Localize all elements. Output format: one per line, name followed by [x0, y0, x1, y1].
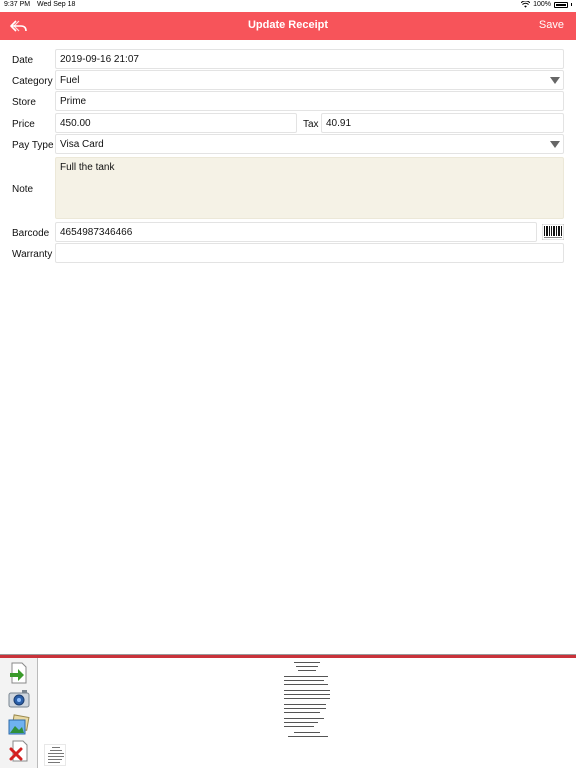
- receipt-line: [284, 712, 320, 713]
- receipt-line: [284, 708, 326, 709]
- camera-icon[interactable]: [8, 688, 30, 710]
- thumb-line: [48, 753, 64, 754]
- receipt-line: [298, 670, 316, 671]
- receipt-line: [284, 676, 328, 677]
- receipt-line: [294, 662, 320, 663]
- date-field[interactable]: 2019-09-16 21:07: [55, 49, 564, 69]
- receipt-line: [284, 722, 318, 723]
- date-label: Date: [12, 55, 34, 66]
- page-title: Update Receipt: [247, 19, 329, 31]
- status-bar: 9:37 PM Wed Sep 18 100%: [0, 0, 576, 12]
- barcode-field[interactable]: 4654987346466: [55, 222, 537, 242]
- tax-label: Tax: [303, 119, 319, 130]
- store-label: Store: [12, 97, 36, 108]
- paytype-select[interactable]: Visa Card: [55, 134, 564, 154]
- receipt-line: [296, 666, 318, 667]
- receipt-line: [284, 726, 314, 727]
- receipt-thumbnail[interactable]: [44, 744, 66, 766]
- status-right: 100%: [521, 1, 572, 8]
- save-button[interactable]: Save: [539, 19, 564, 31]
- receipt-line: [284, 690, 330, 691]
- receipt-image[interactable]: [280, 660, 336, 742]
- receipt-line: [294, 732, 320, 733]
- price-field[interactable]: 450.00: [55, 113, 297, 133]
- battery-icon: [554, 1, 568, 8]
- receipt-line: [288, 736, 328, 737]
- import-icon[interactable]: [8, 662, 30, 684]
- barcode-label: Barcode: [12, 228, 50, 239]
- receipt-line: [284, 698, 330, 699]
- receipt-line: [284, 694, 330, 695]
- price-label: Price: [12, 119, 35, 130]
- receipt-line: [284, 704, 326, 705]
- status-time: 9:37 PM: [4, 1, 31, 8]
- warranty-field[interactable]: [55, 243, 564, 263]
- category-value: Fuel: [60, 75, 80, 86]
- battery-tip: [571, 3, 572, 6]
- store-field[interactable]: Prime: [55, 91, 564, 111]
- receipt-line: [284, 718, 324, 719]
- chevron-down-icon: [550, 77, 560, 84]
- chevron-down-icon: [550, 141, 560, 148]
- category-label: Category: [12, 76, 53, 87]
- wifi-icon: [521, 1, 531, 8]
- tax-field[interactable]: 40.91: [321, 113, 564, 133]
- battery-percent: 100%: [533, 1, 551, 8]
- thumb-line: [48, 762, 60, 763]
- receipt-line: [284, 680, 324, 681]
- category-select[interactable]: Fuel: [55, 70, 564, 90]
- thumb-line: [50, 750, 62, 751]
- photo-library-icon[interactable]: [8, 714, 30, 736]
- receipt-line: [284, 684, 328, 685]
- status-date: Wed Sep 18: [37, 1, 76, 8]
- note-label: Note: [12, 184, 34, 195]
- thumb-line: [52, 747, 60, 748]
- navigation-bar: Update Receipt Save: [0, 12, 576, 40]
- note-textarea[interactable]: Full the tank: [55, 157, 564, 219]
- thumb-line: [48, 756, 64, 757]
- thumb-line: [48, 759, 62, 760]
- warranty-label: Warranty: [12, 249, 53, 260]
- barcode-scan-icon[interactable]: [542, 224, 564, 240]
- paytype-label: Pay Type: [12, 140, 54, 151]
- attachment-toolbar: [0, 658, 38, 768]
- paytype-value: Visa Card: [60, 139, 104, 150]
- delete-icon[interactable]: [8, 740, 30, 762]
